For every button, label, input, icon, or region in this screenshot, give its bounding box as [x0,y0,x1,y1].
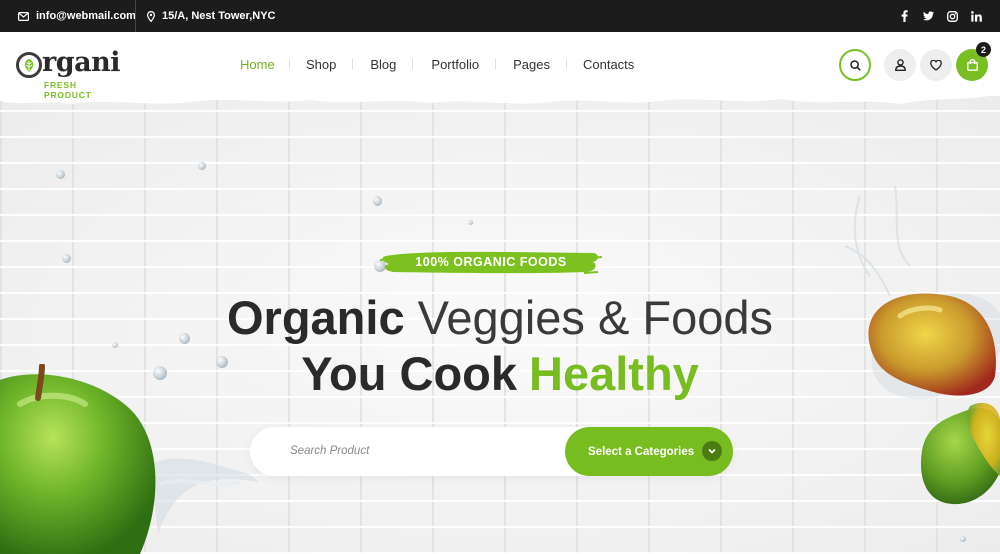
site-logo[interactable]: rgani FRESH PRODUCT [16,47,126,100]
nav-divider [565,59,567,69]
top-bar: info@webmail.com 15/A, Nest Tower,NYC [0,0,1000,32]
account-button[interactable] [884,49,916,81]
nav-divider [412,59,414,69]
hero-banner: 100% ORGANIC FOODS Organic Veggies & Foo… [0,96,1000,554]
headline-bold-word: Organic [226,291,405,344]
search-product-input[interactable] [290,441,550,461]
instagram-icon[interactable] [947,10,958,22]
nav-pages[interactable]: Pages [513,57,550,72]
site-header: rgani FRESH PRODUCT Home Shop Blog Portf… [0,32,1000,100]
location-pin-icon [147,10,155,22]
nav-shop[interactable]: Shop [306,57,336,72]
envelope-icon [18,11,29,21]
nav-divider [495,59,497,69]
nav-contacts[interactable]: Contacts [583,57,634,72]
headline-green-word: Healthy [529,347,699,400]
water-drop [62,254,71,263]
heart-icon [930,59,942,71]
linkedin-icon[interactable] [971,10,982,22]
nav-divider [289,59,290,69]
twitter-icon[interactable] [923,10,934,22]
topbar-divider [135,0,136,32]
logo-wordmark: rgani [42,47,121,78]
nav-portfolio[interactable]: Portfolio [431,57,479,72]
address-text: 15/A, Nest Tower,NYC [162,10,276,22]
water-drop [960,536,966,542]
logo-subtitle: FRESH PRODUCT [44,80,92,100]
address-contact: 15/A, Nest Tower,NYC [147,0,276,32]
leaf-logo-icon [16,52,42,78]
shopping-bag-icon [966,59,978,71]
email-text: info@webmail.com [36,10,136,22]
category-button-label: Select a Categories [588,445,695,458]
nav-divider [352,59,354,69]
category-select-button[interactable]: Select a Categories [565,427,733,476]
water-drop [198,162,206,170]
main-navigation: Home Shop Blog Portfolio Pages Contacts [240,32,634,96]
green-apple-image [0,364,258,554]
search-icon [849,59,861,71]
wishlist-button[interactable] [920,49,952,81]
headline-dark-words: You Cook [301,347,518,400]
water-drop [56,170,65,179]
chevron-down-icon [702,441,722,461]
facebook-icon[interactable] [899,10,910,22]
torn-paper-edge [0,96,989,104]
water-drop [468,220,473,225]
cart-count-badge: 2 [976,42,991,57]
email-contact[interactable]: info@webmail.com [18,0,136,32]
tagline-badge: 100% ORGANIC FOODS [380,246,602,278]
nav-blog[interactable]: Blog [370,57,396,72]
water-drop [373,196,382,206]
social-links [899,0,982,32]
product-search-bar: Select a Categories [250,427,733,476]
mango-fruits-image [844,186,1000,505]
nav-home[interactable]: Home [240,57,275,72]
tagline-text: 100% ORGANIC FOODS [415,255,567,269]
headline-light-words: Veggies & Foods [404,291,773,344]
search-button[interactable] [839,49,871,81]
user-icon [894,59,906,71]
